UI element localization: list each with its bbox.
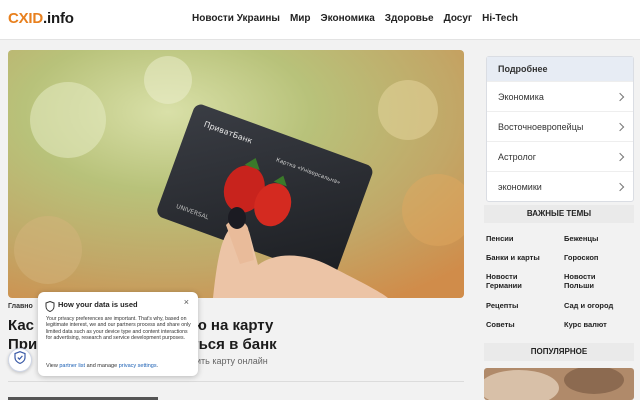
more-item-label: Астролог bbox=[498, 151, 537, 162]
popular-article-image[interactable] bbox=[484, 368, 634, 400]
topic-poland-news[interactable]: Новости Польши bbox=[564, 272, 614, 290]
more-item-economics[interactable]: экономики bbox=[487, 171, 633, 201]
more-item-east-europeans[interactable]: Восточноевропейцы bbox=[487, 111, 633, 141]
breadcrumb[interactable]: Главно bbox=[8, 303, 33, 310]
nav-hi-tech[interactable]: Hi-Tech bbox=[482, 13, 518, 24]
chevron-right-icon bbox=[615, 152, 625, 161]
topic-germany-news[interactable]: Новости Германии bbox=[486, 272, 542, 290]
nav-leisure[interactable]: Досуг bbox=[444, 13, 473, 24]
privacy-shield-button[interactable] bbox=[8, 348, 32, 372]
site-header: CXID.info Новости Украины Мир Экономика … bbox=[0, 0, 640, 40]
topic-recipes[interactable]: Рецепты bbox=[486, 301, 518, 310]
topic-banks-cards[interactable]: Банки и карты bbox=[486, 253, 540, 262]
privacy-title: How your data is used bbox=[58, 300, 138, 309]
sidebar: Подробнее Экономика Восточноевропейцы Ас… bbox=[486, 56, 634, 202]
chevron-right-icon bbox=[615, 182, 625, 191]
more-item-label: Экономика bbox=[498, 91, 544, 102]
important-topics-title: ВАЖНЫЕ ТЕМЫ bbox=[484, 205, 634, 223]
privacy-links: View partner list and manage privacy set… bbox=[46, 363, 158, 369]
main-nav: Новости Украины Мир Экономика Здоровье Д… bbox=[192, 13, 518, 24]
topic-garden[interactable]: Сад и огород bbox=[564, 301, 613, 310]
chevron-right-icon bbox=[615, 122, 625, 131]
privacy-body: Your privacy preferences are important. … bbox=[46, 316, 191, 342]
topic-exchange-rates[interactable]: Курс валют bbox=[564, 320, 607, 329]
nav-economy[interactable]: Экономика bbox=[321, 13, 375, 24]
partner-list-link[interactable]: partner list bbox=[59, 363, 85, 369]
nav-health[interactable]: Здоровье bbox=[385, 13, 434, 24]
more-item-astrologer[interactable]: Астролог bbox=[487, 141, 633, 171]
nav-world[interactable]: Мир bbox=[290, 13, 311, 24]
more-box-title: Подробнее bbox=[487, 57, 633, 81]
topic-pensions[interactable]: Пенсии bbox=[486, 234, 513, 243]
topic-horoscope[interactable]: Гороскоп bbox=[564, 253, 598, 262]
chevron-right-icon bbox=[615, 92, 625, 101]
popular-title: ПОПУЛЯРНОЕ bbox=[484, 343, 634, 361]
privacy-period: . bbox=[156, 363, 159, 369]
article-divider bbox=[8, 381, 464, 382]
logo-brand: CXID bbox=[8, 10, 44, 27]
shield-icon bbox=[45, 299, 55, 317]
more-box: Подробнее Экономика Восточноевропейцы Ас… bbox=[486, 56, 634, 202]
more-item-label: Восточноевропейцы bbox=[498, 121, 584, 132]
shield-icon bbox=[14, 351, 26, 369]
privacy-popup: How your data is used × Your privacy pre… bbox=[38, 292, 198, 376]
privacy-view-text: View bbox=[46, 363, 58, 369]
more-item-label: экономики bbox=[498, 181, 542, 192]
hero-image[interactable]: ПриватБанк Картка «Універсальна» UNIVERS… bbox=[8, 50, 464, 298]
nav-ukraine-news[interactable]: Новости Украины bbox=[192, 13, 280, 24]
privacy-and-manage-text: and manage bbox=[86, 363, 118, 369]
logo-tld: .info bbox=[43, 10, 74, 27]
close-icon[interactable]: × bbox=[184, 297, 189, 307]
topic-tips[interactable]: Советы bbox=[486, 320, 515, 329]
privacy-settings-link[interactable]: privacy settings bbox=[119, 363, 157, 369]
more-item-economy[interactable]: Экономика bbox=[487, 81, 633, 111]
topic-refugees[interactable]: Беженцы bbox=[564, 234, 598, 243]
site-logo[interactable]: CXID.info bbox=[8, 10, 74, 27]
